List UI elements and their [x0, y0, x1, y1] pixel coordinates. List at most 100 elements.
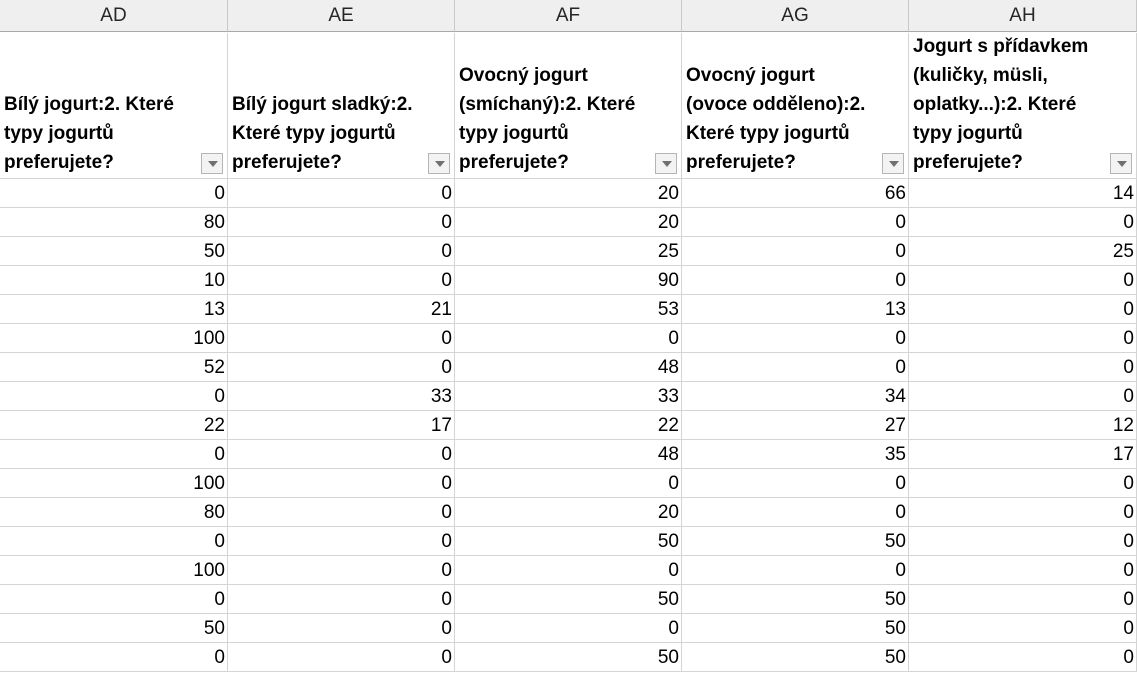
table-cell[interactable]: 0 — [228, 324, 455, 353]
table-cell[interactable]: 0 — [909, 382, 1137, 411]
table-cell[interactable]: 0 — [0, 585, 228, 614]
table-cell[interactable]: 100 — [0, 324, 228, 353]
table-cell[interactable]: 20 — [455, 208, 682, 237]
table-cell[interactable]: 50 — [682, 585, 909, 614]
table-cell[interactable]: 50 — [682, 643, 909, 672]
table-cell[interactable]: 52 — [0, 353, 228, 382]
filter-dropdown-button[interactable] — [655, 153, 677, 174]
column-header-ae[interactable]: AE — [228, 0, 455, 32]
table-cell[interactable]: 50 — [0, 614, 228, 643]
table-cell[interactable]: 0 — [909, 643, 1137, 672]
table-cell[interactable]: 0 — [909, 614, 1137, 643]
table-cell[interactable]: 0 — [228, 585, 455, 614]
table-cell[interactable]: 0 — [909, 324, 1137, 353]
table-cell[interactable]: 0 — [228, 643, 455, 672]
table-cell[interactable]: 50 — [0, 237, 228, 266]
table-cell[interactable]: 50 — [682, 614, 909, 643]
table-cell[interactable]: 0 — [228, 237, 455, 266]
table-cell[interactable]: 14 — [909, 179, 1137, 208]
table-cell[interactable]: 0 — [0, 643, 228, 672]
table-cell[interactable]: 0 — [228, 614, 455, 643]
table-cell[interactable]: 0 — [0, 382, 228, 411]
table-cell[interactable]: 13 — [682, 295, 909, 324]
table-cell[interactable]: 13 — [0, 295, 228, 324]
table-cell[interactable]: 50 — [455, 643, 682, 672]
table-cell[interactable]: 27 — [682, 411, 909, 440]
table-cell[interactable]: 80 — [0, 208, 228, 237]
table-cell[interactable]: 50 — [455, 527, 682, 556]
table-cell[interactable]: 0 — [909, 469, 1137, 498]
table-cell[interactable]: 10 — [0, 266, 228, 295]
table-cell[interactable]: 0 — [455, 469, 682, 498]
table-cell[interactable]: 35 — [682, 440, 909, 469]
header-cell-ae[interactable]: Bílý jogurt sladký:2. Které typy jogurtů… — [228, 33, 455, 179]
table-cell[interactable]: 33 — [455, 382, 682, 411]
table-cell[interactable]: 48 — [455, 440, 682, 469]
table-cell[interactable]: 22 — [455, 411, 682, 440]
table-cell[interactable]: 25 — [909, 237, 1137, 266]
table-cell[interactable]: 0 — [909, 585, 1137, 614]
table-cell[interactable]: 0 — [0, 527, 228, 556]
table-cell[interactable]: 0 — [909, 353, 1137, 382]
table-cell[interactable]: 48 — [455, 353, 682, 382]
table-cell[interactable]: 22 — [0, 411, 228, 440]
column-header-ad[interactable]: AD — [0, 0, 228, 32]
table-cell[interactable]: 17 — [228, 411, 455, 440]
table-cell[interactable]: 53 — [455, 295, 682, 324]
table-cell[interactable]: 50 — [455, 585, 682, 614]
table-cell[interactable]: 0 — [909, 208, 1137, 237]
table-cell[interactable]: 0 — [228, 469, 455, 498]
table-cell[interactable]: 66 — [682, 179, 909, 208]
table-cell[interactable]: 0 — [682, 498, 909, 527]
table-cell[interactable]: 25 — [455, 237, 682, 266]
table-cell[interactable]: 0 — [909, 266, 1137, 295]
table-cell[interactable]: 50 — [682, 527, 909, 556]
table-cell[interactable]: 0 — [228, 440, 455, 469]
table-cell[interactable]: 0 — [228, 266, 455, 295]
table-cell[interactable]: 0 — [909, 556, 1137, 585]
table-cell[interactable]: 0 — [228, 208, 455, 237]
table-cell[interactable]: 0 — [455, 614, 682, 643]
table-cell[interactable]: 80 — [0, 498, 228, 527]
header-cell-ah[interactable]: Jogurt s přídavkem (kuličky, müsli, opla… — [909, 33, 1137, 179]
filter-dropdown-button[interactable] — [428, 153, 450, 174]
column-header-ag[interactable]: AG — [682, 0, 909, 32]
table-cell[interactable]: 0 — [228, 353, 455, 382]
table-cell[interactable]: 33 — [228, 382, 455, 411]
table-cell[interactable]: 0 — [455, 324, 682, 353]
table-cell[interactable]: 0 — [455, 556, 682, 585]
header-cell-af[interactable]: Ovocný jogurt (smíchaný):2. Které typy j… — [455, 33, 682, 179]
table-cell[interactable]: 0 — [682, 324, 909, 353]
table-cell[interactable]: 0 — [682, 266, 909, 295]
table-cell[interactable]: 0 — [682, 556, 909, 585]
table-cell[interactable]: 0 — [909, 498, 1137, 527]
table-cell[interactable]: 0 — [909, 527, 1137, 556]
header-cell-ad[interactable]: Bílý jogurt:2. Které typy jogurtů prefer… — [0, 33, 228, 179]
column-header-ah[interactable]: AH — [909, 0, 1137, 32]
header-cell-ag[interactable]: Ovocný jogurt (ovoce odděleno):2. Které … — [682, 33, 909, 179]
table-cell[interactable]: 0 — [682, 353, 909, 382]
table-cell[interactable]: 17 — [909, 440, 1137, 469]
filter-dropdown-button[interactable] — [882, 153, 904, 174]
filter-dropdown-button[interactable] — [1110, 153, 1132, 174]
table-cell[interactable]: 0 — [0, 179, 228, 208]
table-cell[interactable]: 0 — [682, 237, 909, 266]
table-cell[interactable]: 12 — [909, 411, 1137, 440]
table-cell[interactable]: 100 — [0, 556, 228, 585]
table-cell[interactable]: 90 — [455, 266, 682, 295]
table-cell[interactable]: 100 — [0, 469, 228, 498]
table-cell[interactable]: 0 — [682, 469, 909, 498]
table-cell[interactable]: 0 — [909, 295, 1137, 324]
filter-dropdown-button[interactable] — [201, 153, 223, 174]
table-cell[interactable]: 0 — [0, 440, 228, 469]
table-cell[interactable]: 0 — [228, 527, 455, 556]
table-cell[interactable]: 21 — [228, 295, 455, 324]
table-cell[interactable]: 0 — [682, 208, 909, 237]
table-cell[interactable]: 20 — [455, 179, 682, 208]
table-cell[interactable]: 0 — [228, 556, 455, 585]
table-cell[interactable]: 20 — [455, 498, 682, 527]
table-cell[interactable]: 0 — [228, 179, 455, 208]
column-header-af[interactable]: AF — [455, 0, 682, 32]
table-cell[interactable]: 34 — [682, 382, 909, 411]
table-cell[interactable]: 0 — [228, 498, 455, 527]
